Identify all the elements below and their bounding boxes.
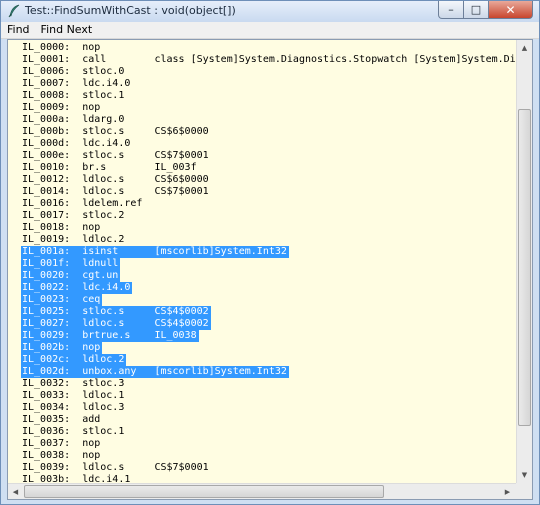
il-viewer-window: Test::FindSumWithCast : void(object[]) –…: [0, 0, 540, 505]
horizontal-scroll-thumb[interactable]: [24, 485, 384, 498]
code-line: IL_002d: unbox.any [mscorlib]System.Int3…: [22, 366, 287, 377]
code-line: IL_0016: ldelem.ref: [22, 198, 143, 209]
code-line: IL_002c: ldloc.2: [22, 354, 125, 365]
triangle-up-icon[interactable]: ▲: [517, 40, 532, 55]
maximize-icon: □: [470, 3, 482, 16]
code-line: IL_0014: ldloc.s CS$7$0001: [22, 186, 209, 197]
code-line: IL_0000: nop: [22, 42, 101, 53]
code-line: IL_000e: stloc.s CS$7$0001: [22, 150, 209, 161]
code-line: IL_0008: stloc.1: [22, 90, 125, 101]
vertical-scroll-thumb[interactable]: [518, 109, 531, 426]
maximize-button[interactable]: □: [464, 1, 489, 19]
code-line: IL_003b: ldc.i4.1: [22, 474, 131, 483]
window-title: Test::FindSumWithCast : void(object[]): [25, 4, 236, 17]
code-line: IL_0025: stloc.s CS$4$0002: [22, 306, 209, 317]
code-line: IL_0032: stloc.3: [22, 378, 125, 389]
code-line: IL_0036: stloc.1: [22, 426, 125, 437]
quill-pen-icon: [8, 4, 20, 18]
code-line: IL_0007: ldc.i4.0: [22, 78, 131, 89]
code-line: IL_001a: isinst [mscorlib]System.Int32: [22, 246, 287, 257]
code-line: IL_0010: br.s IL_003f: [22, 162, 197, 173]
vertical-scrollbar[interactable]: ▲ ▼: [516, 40, 532, 483]
code-line: IL_0012: ldloc.s CS$6$0000: [22, 174, 209, 185]
triangle-down-icon[interactable]: ▼: [517, 467, 532, 482]
code-line: IL_000d: ldc.i4.0: [22, 138, 131, 149]
close-button[interactable]: ✕: [489, 1, 533, 19]
code-line: IL_0018: nop: [22, 222, 101, 233]
horizontal-scrollbar[interactable]: ◀ ▶: [8, 483, 516, 499]
code-line: IL_0022: ldc.i4.0: [22, 282, 131, 293]
triangle-right-icon[interactable]: ▶: [500, 484, 515, 499]
code-line: IL_0023: ceq: [22, 294, 101, 305]
code-line: IL_0001: call class [System]System.Diagn…: [22, 54, 516, 65]
minimize-icon: –: [448, 3, 454, 16]
size-grip[interactable]: [516, 483, 532, 499]
code-line: IL_0039: ldloc.s CS$7$0001: [22, 462, 209, 473]
code-line: IL_0019: ldloc.2: [22, 234, 125, 245]
code-line: IL_0038: nop: [22, 450, 101, 461]
code-line: IL_000b: stloc.s CS$6$0000: [22, 126, 209, 137]
code-line: IL_002b: nop: [22, 342, 101, 353]
code-line: IL_0006: stloc.0: [22, 66, 125, 77]
code-line: IL_0020: cgt.un: [22, 270, 119, 281]
title-bar[interactable]: Test::FindSumWithCast : void(object[]) –…: [1, 1, 539, 22]
code-line: IL_0029: brtrue.s IL_0038: [22, 330, 197, 341]
code-view: IL_0000: nop IL_0001: call class [System]…: [7, 39, 533, 500]
code-line: IL_001f: ldnull: [22, 258, 119, 269]
code-line: IL_0027: ldloc.s CS$4$0002: [22, 318, 209, 329]
close-icon: ✕: [505, 2, 516, 17]
code-line: IL_0009: nop: [22, 102, 101, 113]
code-line: IL_000a: ldarg.0: [22, 114, 125, 125]
triangle-left-icon[interactable]: ◀: [8, 484, 23, 499]
minimize-button[interactable]: –: [438, 1, 464, 19]
menu-bar: Find Find Next: [1, 22, 539, 39]
code-line: IL_0033: ldloc.1: [22, 390, 125, 401]
menu-find-next[interactable]: Find Next: [35, 22, 98, 38]
code-line: IL_0035: add: [22, 414, 101, 425]
il-code-listing[interactable]: IL_0000: nop IL_0001: call class [System]…: [8, 40, 516, 483]
code-line: IL_0037: nop: [22, 438, 101, 449]
menu-find[interactable]: Find: [1, 22, 35, 38]
code-line: IL_0034: ldloc.3: [22, 402, 125, 413]
code-line: IL_0017: stloc.2: [22, 210, 125, 221]
